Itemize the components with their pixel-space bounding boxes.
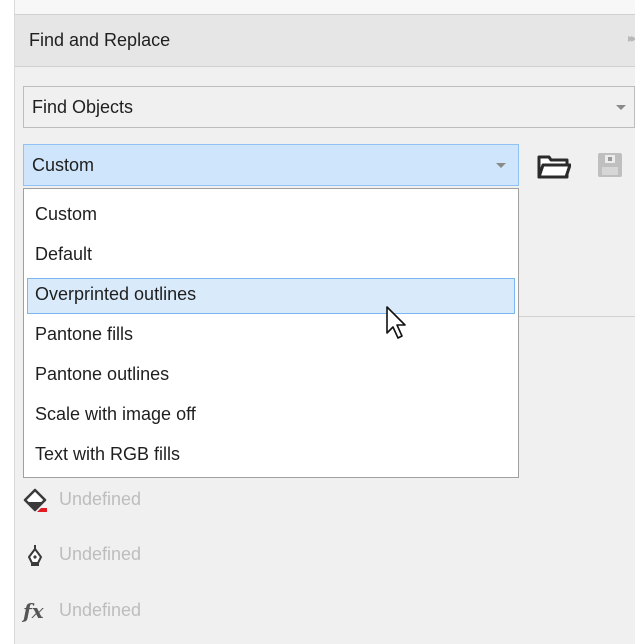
mouse-pointer-icon xyxy=(386,306,406,339)
chevron-down-icon xyxy=(616,105,626,110)
docker-title: Find and Replace xyxy=(29,30,171,50)
preset-option-pantone-fills[interactable]: Pantone fills xyxy=(27,318,515,354)
save-icon[interactable] xyxy=(597,152,623,178)
section-divider xyxy=(519,316,635,317)
preset-option-pantone-outlines[interactable]: Pantone outlines xyxy=(27,358,515,394)
fx-icon: fx xyxy=(23,599,44,623)
expand-docker-icon[interactable]: ▸▸ xyxy=(628,31,635,45)
find-mode-value: Find Objects xyxy=(32,97,134,117)
find-replace-docker: Find and Replace ▸▸ Find Objects Custom … xyxy=(14,0,635,644)
preset-option-text-with-rgb-fills[interactable]: Text with RGB fills xyxy=(27,438,515,474)
preset-option-default[interactable]: Default xyxy=(27,238,515,274)
special-property-label: Undefined xyxy=(59,600,142,620)
preset-combobox[interactable]: Custom xyxy=(23,144,519,186)
outline-property-label: Undefined xyxy=(59,544,142,564)
top-strip xyxy=(15,0,635,14)
preset-option-scale-with-image-off[interactable]: Scale with image off xyxy=(27,398,515,434)
folder-icon[interactable] xyxy=(537,153,571,179)
fill-property-label: Undefined xyxy=(59,489,142,509)
fill-bucket-icon xyxy=(23,488,47,512)
pen-nib-icon xyxy=(28,545,42,566)
docker-title-bar: Find and Replace ▸▸ xyxy=(15,14,635,67)
preset-option-custom[interactable]: Custom xyxy=(27,198,515,234)
find-mode-combobox[interactable]: Find Objects xyxy=(23,86,635,128)
chevron-down-icon xyxy=(496,163,506,168)
preset-dropdown-list: Custom Default Overprinted outlines Pant… xyxy=(23,188,519,478)
preset-value: Custom xyxy=(32,155,95,175)
preset-option-overprinted-outlines[interactable]: Overprinted outlines xyxy=(27,278,515,314)
